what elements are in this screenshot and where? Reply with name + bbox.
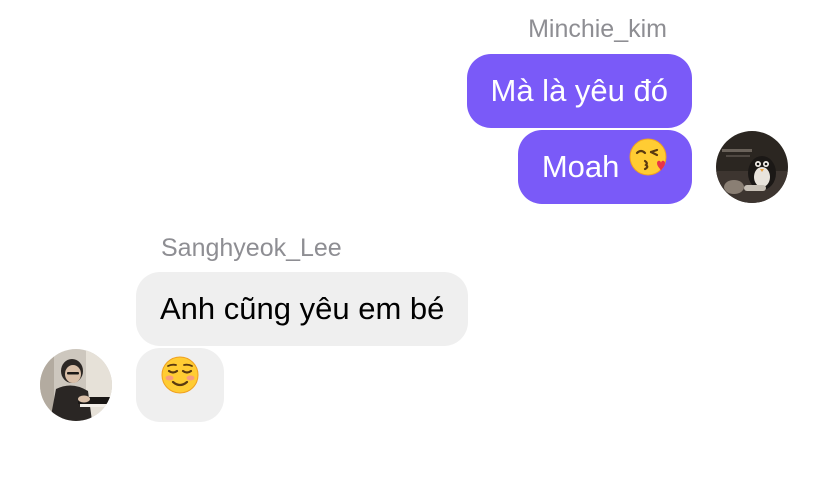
message-text: Anh cũng yêu em bé [160, 291, 445, 326]
user-avatar[interactable] [716, 131, 788, 203]
message-bubble-incoming-1[interactable]: Anh cũng yêu em bé [136, 272, 469, 346]
contact-avatar[interactable] [40, 349, 112, 421]
sender-name-outgoing: Minchie_kim [528, 15, 667, 43]
message-text: Moah [541, 149, 620, 184]
message-text: Mà là yêu đó [490, 73, 669, 108]
message-bubble-outgoing-2[interactable]: Moah [517, 130, 692, 204]
user-avatar-photo-icon [716, 131, 788, 203]
message-bubble-outgoing-1[interactable]: Mà là yêu đó [466, 54, 692, 128]
kissing-face-with-heart-emoji-icon [628, 130, 668, 204]
sender-name-incoming: Sanghyeok_Lee [161, 234, 342, 262]
smiling-face-emoji-icon [160, 348, 200, 422]
message-bubble-incoming-2[interactable] [136, 348, 224, 422]
contact-avatar-photo-icon [40, 349, 112, 421]
